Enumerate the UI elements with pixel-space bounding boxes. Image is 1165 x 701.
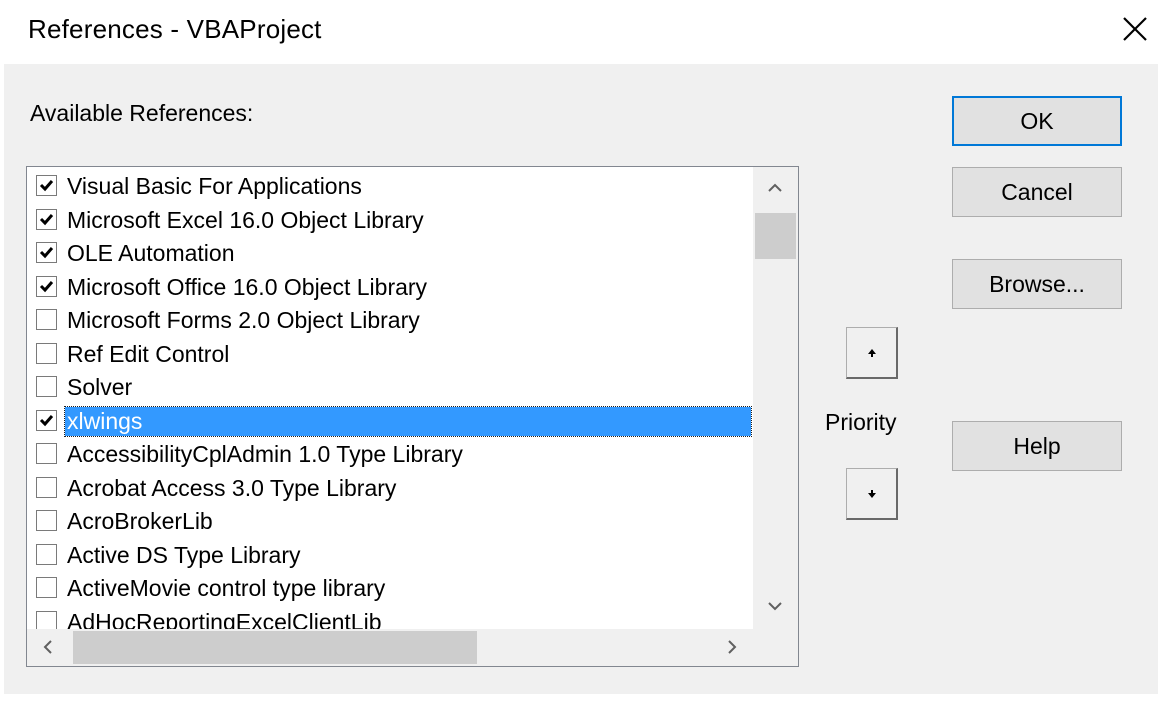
help-button[interactable]: Help bbox=[952, 421, 1122, 471]
checkmark-icon bbox=[39, 213, 54, 225]
reference-label: Acrobat Access 3.0 Type Library bbox=[67, 474, 397, 501]
reference-checkbox[interactable] bbox=[36, 510, 57, 531]
reference-item[interactable]: xlwings bbox=[27, 405, 753, 438]
reference-checkbox[interactable] bbox=[36, 342, 57, 364]
reference-checkbox[interactable] bbox=[36, 175, 57, 196]
scroll-right-icon[interactable] bbox=[713, 629, 753, 666]
reference-label: Microsoft Office 16.0 Object Library bbox=[67, 273, 428, 300]
checkmark-icon bbox=[39, 414, 54, 426]
reference-item[interactable]: Active DS Type Library bbox=[27, 539, 753, 572]
reference-checkbox[interactable] bbox=[36, 376, 57, 397]
priority-down-button[interactable] bbox=[846, 468, 898, 520]
reference-label: Active DS Type Library bbox=[67, 541, 301, 568]
reference-label: Ref Edit Control bbox=[67, 340, 230, 367]
reference-checkbox[interactable] bbox=[36, 476, 57, 498]
reference-checkbox[interactable] bbox=[36, 242, 57, 263]
reference-item[interactable]: AdHocReportingExcelClientLib bbox=[27, 606, 753, 630]
reference-checkbox[interactable] bbox=[36, 275, 57, 297]
scroll-down-icon[interactable] bbox=[753, 589, 798, 629]
reference-item[interactable]: Microsoft Excel 16.0 Object Library bbox=[27, 204, 753, 237]
reference-item[interactable]: OLE Automation bbox=[27, 237, 753, 270]
reference-label: Solver bbox=[67, 374, 133, 400]
reference-checkbox[interactable] bbox=[36, 577, 57, 598]
reference-checkbox[interactable] bbox=[36, 309, 57, 330]
vertical-scroll-thumb[interactable] bbox=[755, 213, 796, 259]
scrollbar-corner bbox=[753, 629, 798, 666]
arrow-up-icon bbox=[868, 349, 876, 357]
reference-item[interactable]: Solver bbox=[27, 371, 753, 404]
checkmark-icon bbox=[39, 180, 54, 192]
reference-label: ActiveMovie control type library bbox=[67, 575, 386, 601]
reference-item[interactable]: Ref Edit Control bbox=[27, 338, 753, 371]
checkmark-icon bbox=[39, 247, 54, 259]
reference-item[interactable]: ActiveMovie control type library bbox=[27, 572, 753, 605]
reference-item[interactable]: Microsoft Forms 2.0 Object Library bbox=[27, 304, 753, 337]
reference-label: AdHocReportingExcelClientLib bbox=[67, 608, 382, 630]
cancel-button[interactable]: Cancel bbox=[952, 167, 1122, 217]
reference-item[interactable]: AccessibilityCplAdmin 1.0 Type Library bbox=[27, 438, 753, 471]
reference-checkbox[interactable] bbox=[36, 543, 57, 565]
priority-up-button[interactable] bbox=[846, 327, 898, 379]
reference-checkbox[interactable] bbox=[36, 208, 57, 230]
reference-item[interactable]: Visual Basic For Applications bbox=[27, 170, 753, 203]
reference-item[interactable]: Microsoft Office 16.0 Object Library bbox=[27, 271, 753, 304]
reference-label: Microsoft Forms 2.0 Object Library bbox=[67, 307, 420, 333]
reference-checkbox[interactable] bbox=[36, 443, 57, 464]
reference-label: OLE Automation bbox=[67, 240, 235, 266]
ok-button[interactable]: OK bbox=[952, 96, 1122, 146]
checkmark-icon bbox=[39, 280, 54, 292]
reference-item[interactable]: AcroBrokerLib bbox=[27, 505, 753, 538]
vertical-scrollbar[interactable] bbox=[753, 167, 798, 629]
scroll-up-icon[interactable] bbox=[753, 167, 798, 207]
title-bar: References - VBAProject bbox=[0, 0, 1165, 64]
reference-label: Microsoft Excel 16.0 Object Library bbox=[67, 206, 424, 233]
reference-checkbox[interactable] bbox=[36, 409, 57, 431]
horizontal-scrollbar[interactable] bbox=[27, 629, 753, 666]
references-list: Visual Basic For Applications Microsoft E… bbox=[27, 167, 753, 629]
available-references-label: Available References: bbox=[30, 100, 254, 126]
browse-button[interactable]: Browse... bbox=[952, 259, 1122, 309]
close-icon[interactable] bbox=[1118, 14, 1150, 46]
reference-item[interactable]: Acrobat Access 3.0 Type Library bbox=[27, 472, 753, 505]
scroll-left-icon[interactable] bbox=[27, 629, 67, 666]
reference-label: xlwings bbox=[64, 405, 752, 437]
references-listbox[interactable]: Visual Basic For Applications Microsoft E… bbox=[26, 166, 799, 667]
reference-checkbox[interactable] bbox=[36, 610, 57, 629]
arrow-down-icon bbox=[868, 490, 876, 498]
dialog-title: References - VBAProject bbox=[28, 14, 322, 44]
reference-label: Visual Basic For Applications bbox=[67, 173, 362, 199]
horizontal-scroll-thumb[interactable] bbox=[73, 631, 477, 664]
priority-label: Priority bbox=[825, 409, 897, 435]
reference-label: AcroBrokerLib bbox=[67, 508, 213, 534]
reference-label: AccessibilityCplAdmin 1.0 Type Library bbox=[67, 441, 463, 467]
